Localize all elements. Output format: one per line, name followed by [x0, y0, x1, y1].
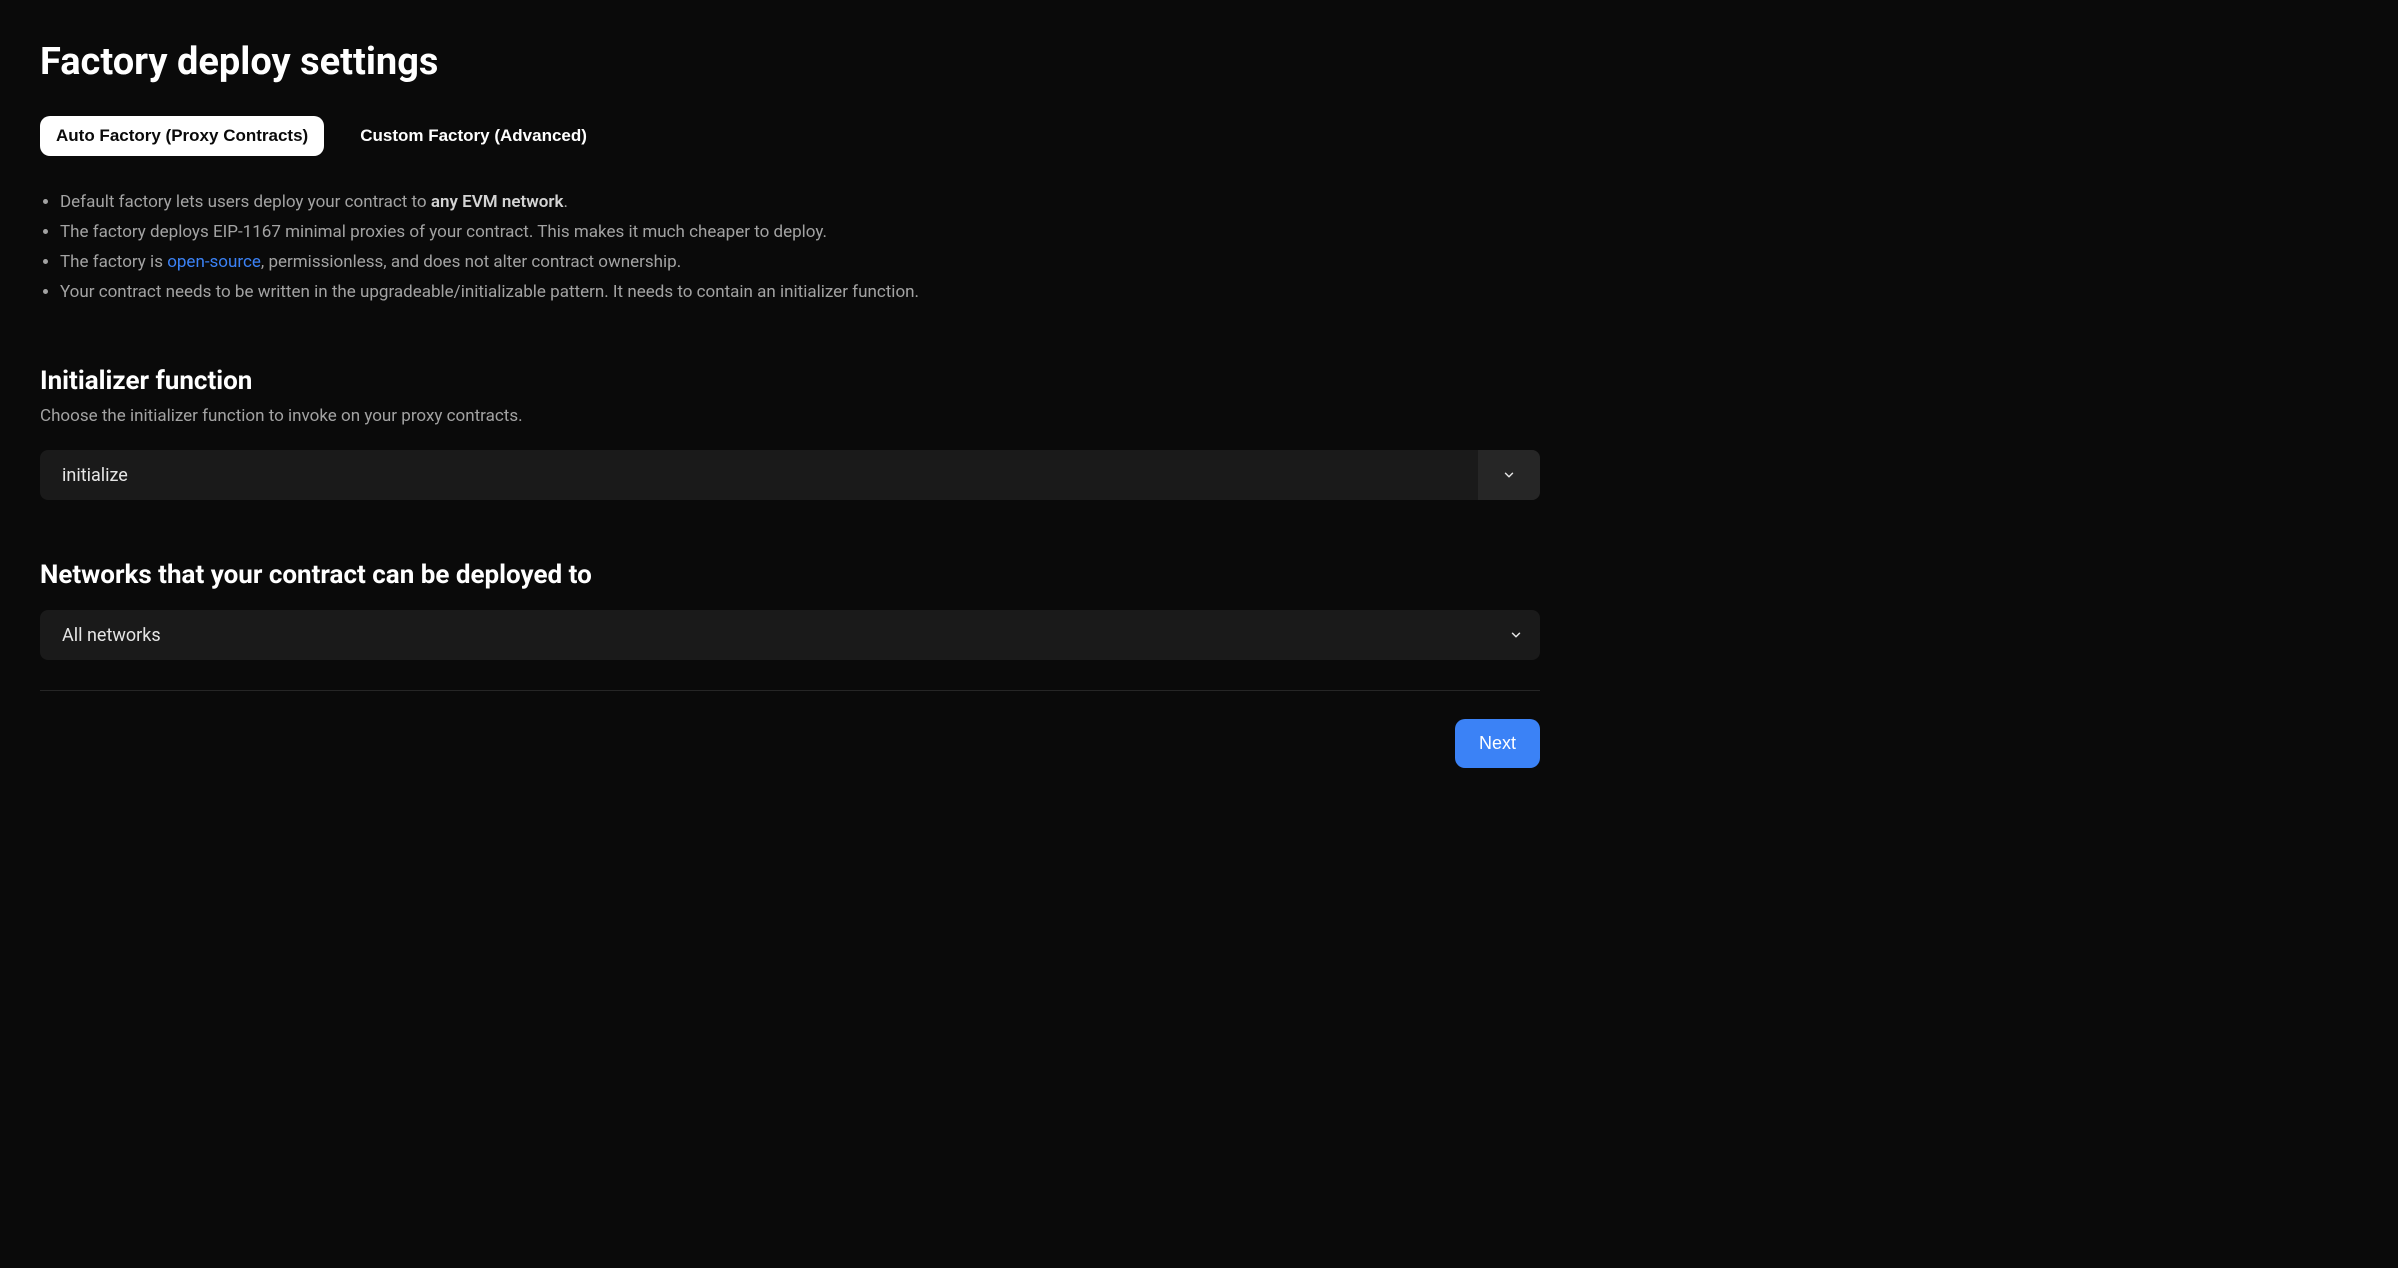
networks-select-value: All networks	[40, 625, 1492, 646]
bullet-strong: any EVM network	[431, 192, 564, 212]
bullet-text: .	[563, 192, 567, 212]
tab-custom-factory[interactable]: Custom Factory (Advanced)	[344, 116, 603, 156]
bullet-text: , permissionless, and does not alter con…	[261, 252, 681, 272]
footer: Next	[40, 719, 1540, 768]
chevron-down-icon	[1502, 468, 1516, 482]
factory-type-tabs: Auto Factory (Proxy Contracts) Custom Fa…	[40, 116, 1540, 156]
networks-select-chevron-box	[1492, 610, 1540, 660]
next-button[interactable]: Next	[1455, 719, 1540, 768]
initializer-select[interactable]: initialize	[40, 450, 1540, 500]
info-bullet: Your contract needs to be written in the…	[60, 278, 1540, 306]
settings-container: Factory deploy settings Auto Factory (Pr…	[40, 40, 1540, 768]
page-title: Factory deploy settings	[40, 40, 1540, 84]
networks-section-title: Networks that your contract can be deplo…	[40, 560, 1540, 590]
info-bullet: Default factory lets users deploy your c…	[60, 188, 1540, 216]
chevron-down-icon	[1509, 628, 1523, 642]
initializer-section-title: Initializer function	[40, 366, 1540, 396]
info-bullet-list: Default factory lets users deploy your c…	[40, 188, 1540, 306]
bullet-text: Default factory lets users deploy your c…	[60, 192, 431, 212]
open-source-link[interactable]: open-source	[167, 252, 261, 272]
divider	[40, 690, 1540, 691]
initializer-section-desc: Choose the initializer function to invok…	[40, 406, 1540, 426]
info-bullet: The factory is open-source, permissionle…	[60, 248, 1540, 276]
info-bullet: The factory deploys EIP-1167 minimal pro…	[60, 218, 1540, 246]
networks-select[interactable]: All networks	[40, 610, 1540, 660]
bullet-text: The factory is	[60, 252, 167, 272]
initializer-select-value: initialize	[40, 465, 1478, 486]
tab-auto-factory[interactable]: Auto Factory (Proxy Contracts)	[40, 116, 324, 156]
initializer-select-chevron-box	[1478, 450, 1540, 500]
